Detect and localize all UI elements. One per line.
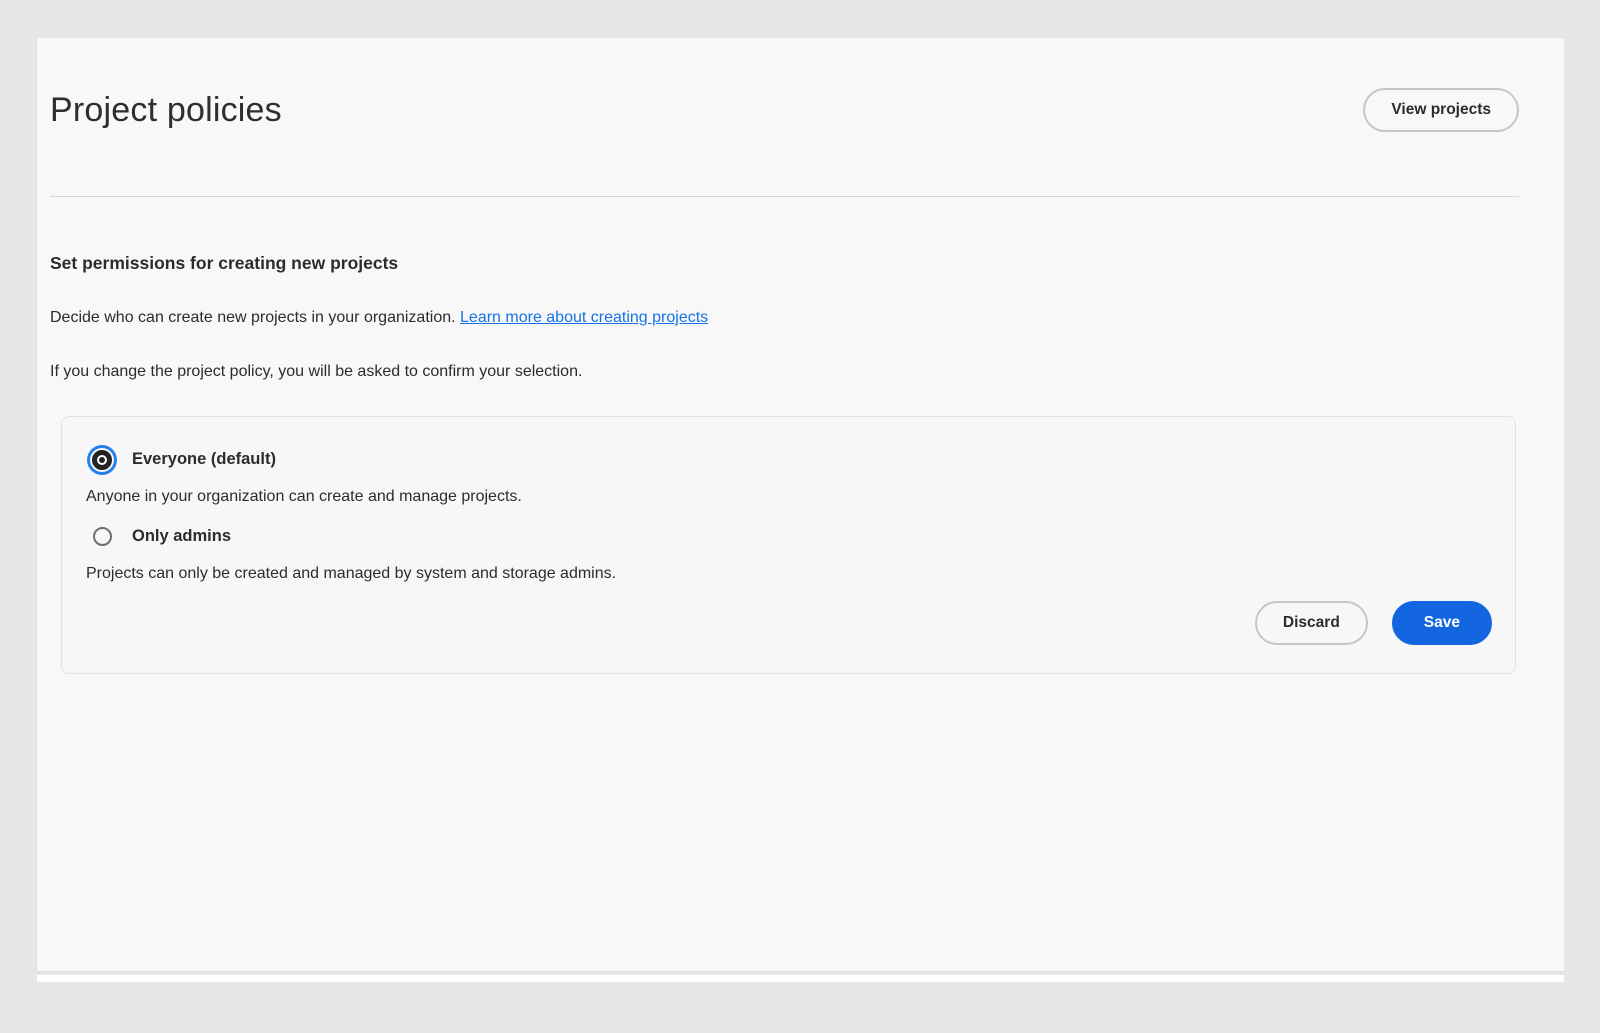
radio-selected-icon[interactable] xyxy=(92,450,112,470)
radio-unselected-icon[interactable] xyxy=(93,527,112,546)
page-title: Project policies xyxy=(50,88,282,132)
radio-option-only-admins-label: Only admins xyxy=(132,527,231,546)
section-note: If you change the project policy, you wi… xyxy=(50,361,1519,383)
section-description: Decide who can create new projects in yo… xyxy=(50,307,1519,329)
radio-option-only-admins[interactable]: Only admins xyxy=(86,524,1492,549)
content-panel: Project policies View projects Set permi… xyxy=(37,38,1564,972)
learn-more-link[interactable]: Learn more about creating projects xyxy=(460,309,708,326)
policy-actions: Discard Save xyxy=(86,601,1492,649)
radio-option-everyone-label: Everyone (default) xyxy=(132,450,276,469)
header-divider xyxy=(50,196,1519,197)
project-policies-page: { "header": { "title": "Project policies… xyxy=(0,0,1600,1033)
radio-option-everyone[interactable]: Everyone (default) xyxy=(86,447,1492,472)
section-description-text: Decide who can create new projects in yo… xyxy=(50,309,456,326)
section-heading: Set permissions for creating new project… xyxy=(50,253,1519,274)
save-button[interactable]: Save xyxy=(1392,601,1492,645)
view-projects-button[interactable]: View projects xyxy=(1363,88,1519,132)
radio-ctrl-wrap xyxy=(86,527,118,546)
policy-options-box: Everyone (default) Anyone in your organi… xyxy=(61,416,1516,674)
discard-button[interactable]: Discard xyxy=(1255,601,1368,645)
radio-option-everyone-description: Anyone in your organization can create a… xyxy=(86,486,1492,508)
radio-option-only-admins-description: Projects can only be created and managed… xyxy=(86,563,1492,585)
page-header: Project policies View projects xyxy=(50,38,1519,132)
panel-inner: Project policies View projects Set permi… xyxy=(37,38,1564,971)
bottom-strip xyxy=(37,975,1564,982)
radio-ctrl-wrap xyxy=(86,450,118,470)
